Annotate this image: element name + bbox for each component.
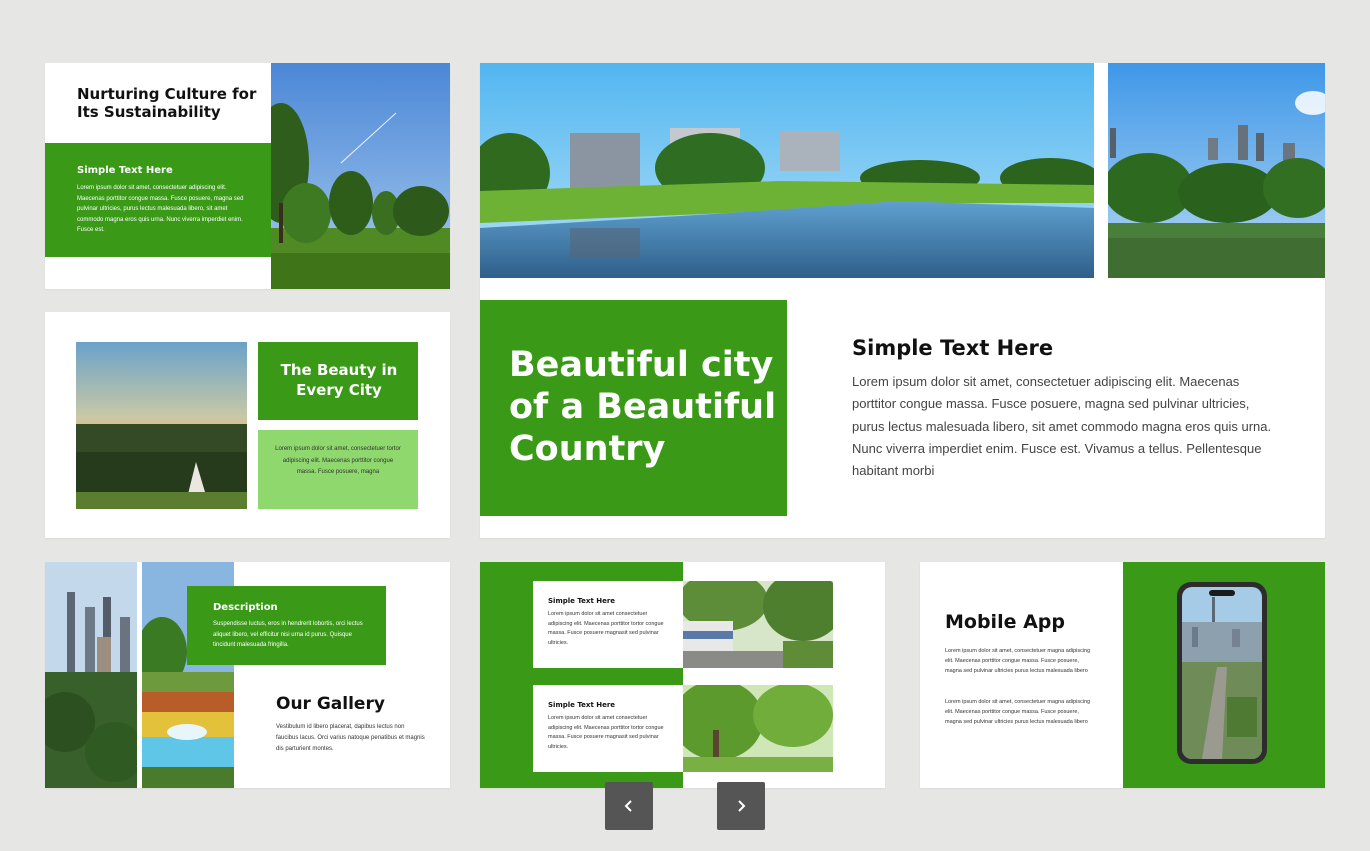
headline: Beautiful city of a Beautiful Country — [509, 345, 777, 469]
slide-title: Mobile App — [945, 611, 1065, 633]
text-card-2: Simple Text Here Lorem ipsum dolor sit a… — [533, 685, 683, 772]
card-body: Lorem ipsum dolor sit amet consectetuer … — [548, 715, 664, 750]
slide-thumbnail-gallery[interactable]: Description Suspendisse luctus, eros in … — [45, 562, 450, 788]
body-text: Lorem ipsum dolor sit amet, consectetuer… — [852, 374, 1272, 479]
body-text-1: Lorem ipsum dolor sit amet, consectetuer… — [945, 648, 1091, 674]
skyline-image — [45, 562, 137, 788]
card-title: Simple Text Here — [548, 701, 616, 709]
phone-mockup — [1177, 582, 1267, 764]
slide-title: Our Gallery — [276, 694, 385, 714]
slide-thumbnail-cards[interactable]: Simple Text Here Lorem ipsum dolor sit a… — [480, 562, 885, 788]
city-sunset-image — [76, 342, 247, 509]
river-park-image — [480, 63, 1094, 278]
box-body: Suspendisse luctus, eros in hendrerit lo… — [213, 621, 363, 648]
description-box: Description Suspendisse luctus, eros in … — [187, 586, 386, 665]
slide-thumbnail-beauty-city[interactable]: The Beauty in Every City Lorem ipsum dol… — [45, 312, 450, 538]
box-title: Simple Text Here — [77, 165, 173, 176]
slide-thumbnail-sustainability[interactable]: Nurturing Culture for Its Sustainability… — [45, 63, 450, 289]
body-text-2: Lorem ipsum dolor sit amet, consectetuer… — [945, 699, 1091, 725]
card-title: Simple Text Here — [548, 597, 616, 605]
slide-thumbnail-mobile-app[interactable]: Mobile App Lorem ipsum dolor sit amet, c… — [920, 562, 1325, 788]
aerial-city-image — [1182, 587, 1262, 759]
tram-street-image — [683, 581, 833, 668]
headline-box: Beautiful city of a Beautiful Country — [480, 300, 787, 516]
text-card-1: Simple Text Here Lorem ipsum dolor sit a… — [533, 581, 683, 668]
chevron-left-icon — [621, 798, 637, 814]
willow-park-image — [683, 685, 833, 772]
card-body: Lorem ipsum dolor sit amet consectetuer … — [548, 611, 664, 646]
title-box: The Beauty in Every City — [258, 342, 418, 420]
green-text-box: Simple Text Here Lorem ipsum dolor sit a… — [45, 143, 271, 257]
park-trees-image — [271, 63, 450, 289]
slide-title: The Beauty in Every City — [280, 361, 398, 399]
prev-button[interactable] — [605, 782, 653, 830]
chevron-right-icon — [733, 798, 749, 814]
box-title: Description — [213, 602, 278, 613]
body-box: Lorem ipsum dolor sit amet, consectetuer… — [258, 430, 418, 509]
slide-main-beautiful-city: Beautiful city of a Beautiful Country Si… — [480, 63, 1325, 538]
city-skyline-lake-image — [1108, 63, 1325, 278]
body-text: Lorem ipsum dolor sit amet, consectetuer… — [275, 446, 401, 475]
next-button[interactable] — [717, 782, 765, 830]
slide-title: Nurturing Culture for Its Sustainability — [77, 85, 257, 121]
body-text: Vestibulum id libero placerat, dapibus l… — [276, 724, 425, 752]
subtitle: Simple Text Here — [852, 336, 1054, 360]
box-body: Lorem ipsum dolor sit amet, consectetuer… — [77, 185, 244, 233]
phone-notch — [1209, 590, 1235, 596]
